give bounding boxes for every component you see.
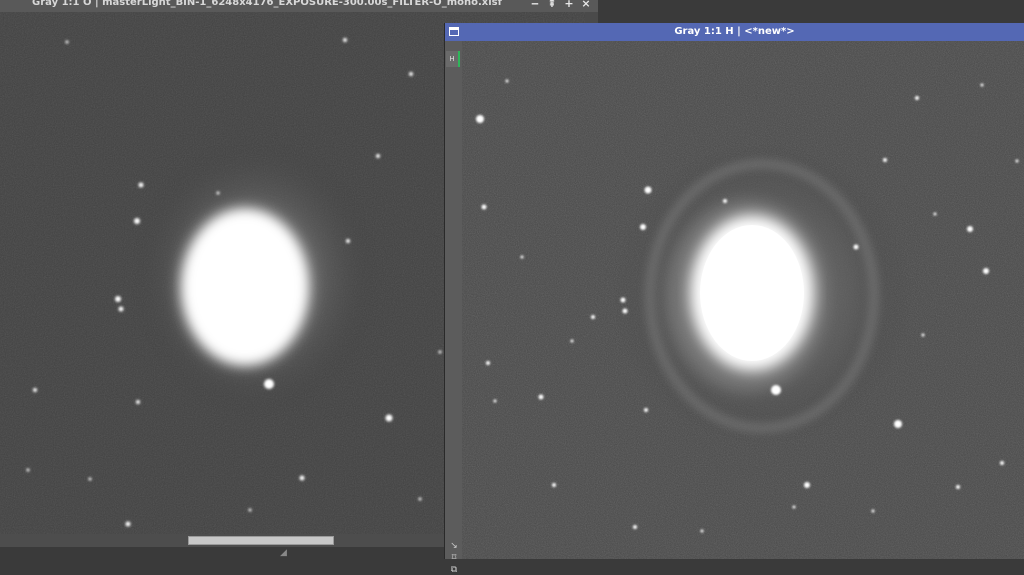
shade-icon[interactable]: ⇞ [546,0,558,11]
window-title: Gray 1:1 H | <*new*> [674,26,795,37]
scroll-thumb[interactable] [188,536,334,545]
clone-view-icon[interactable]: ⧉ [448,565,460,575]
title-bar-active[interactable]: Gray 1:1 H | <*new*> [445,23,1024,41]
view-side-toolbar: H ↘ ⌑ ⧉ [445,41,462,575]
image-canvas[interactable] [462,41,1024,559]
fit-view-icon[interactable]: ↘ [448,541,460,551]
window-title: Gray 1:1 O | masterLight_BIN-1_6248x4176… [32,0,502,8]
close-icon[interactable]: × [580,0,592,11]
resize-grip-icon[interactable]: ◢ [280,547,294,559]
mask-tab-h[interactable]: H [446,51,460,67]
maximize-icon[interactable]: + [563,0,575,11]
image-window-right[interactable]: Gray 1:1 H | <*new*> H ↘ ⌑ ⧉ [445,23,1024,575]
title-bar[interactable]: Gray 1:1 O | masterLight_BIN-1_6248x4176… [0,0,598,12]
window-icon[interactable] [449,27,459,36]
zoom-to-fit-icon[interactable]: ⌑ [448,553,460,563]
nebula-h-image [462,41,1024,559]
minimize-icon[interactable]: ‒ [529,0,541,11]
